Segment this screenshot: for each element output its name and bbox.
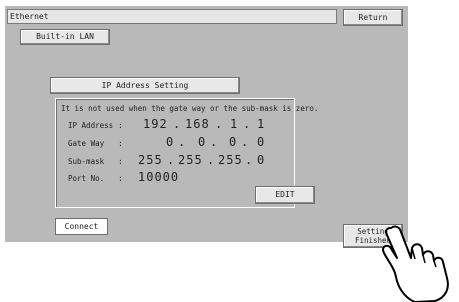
submask-colon: : [118, 157, 123, 166]
submask-dot-3: . [245, 153, 253, 167]
ip-dot-2: . [215, 117, 223, 131]
submask-dot-2: . [207, 153, 215, 167]
window-title: Ethernet [7, 9, 337, 24]
gateway-dot-3: . [241, 135, 249, 149]
ip-address-setting-button[interactable]: IP Address Setting [50, 77, 240, 94]
gateway-octet-1[interactable]: 0 [166, 135, 174, 149]
ip-dot-3: . [243, 117, 251, 131]
port-colon: : [118, 174, 123, 183]
edit-button[interactable]: EDIT [255, 186, 315, 204]
submask-octet-2[interactable]: 255 [178, 153, 203, 167]
pointing-hand-icon [382, 225, 449, 302]
window-title-text: Ethernet [10, 12, 49, 21]
ip-address-label: IP Address [68, 121, 114, 130]
ip-address-colon: : [118, 121, 123, 130]
gateway-colon: : [118, 139, 123, 148]
submask-octet-4[interactable]: 0 [257, 153, 265, 167]
submask-label: Sub-mask [68, 157, 105, 166]
ip-octet-2[interactable]: 168 [185, 117, 210, 131]
gateway-octet-4[interactable]: 0 [257, 135, 265, 149]
ip-dot-1: . [173, 117, 181, 131]
gateway-label: Gate Way [68, 139, 105, 148]
ip-octet-4[interactable]: 1 [257, 117, 265, 131]
port-value[interactable]: 10000 [138, 170, 179, 184]
ip-octet-1[interactable]: 192 [143, 117, 168, 131]
ip-octet-3[interactable]: 1 [230, 117, 238, 131]
submask-dot-1: . [167, 153, 175, 167]
submask-octet-1[interactable]: 255 [138, 153, 163, 167]
gateway-dot-1: . [178, 135, 186, 149]
settings-note: It is not used when the gate way or the … [61, 104, 319, 113]
gateway-octet-3[interactable]: 0 [229, 135, 237, 149]
return-button[interactable]: Return [343, 9, 403, 26]
gateway-octet-2[interactable]: 0 [198, 135, 206, 149]
gateway-dot-2: . [210, 135, 218, 149]
connect-button[interactable]: Connect [55, 218, 108, 235]
port-label: Port No. [68, 174, 105, 183]
submask-octet-3[interactable]: 255 [218, 153, 243, 167]
tab-built-in-lan[interactable]: Built-in LAN [20, 29, 110, 45]
